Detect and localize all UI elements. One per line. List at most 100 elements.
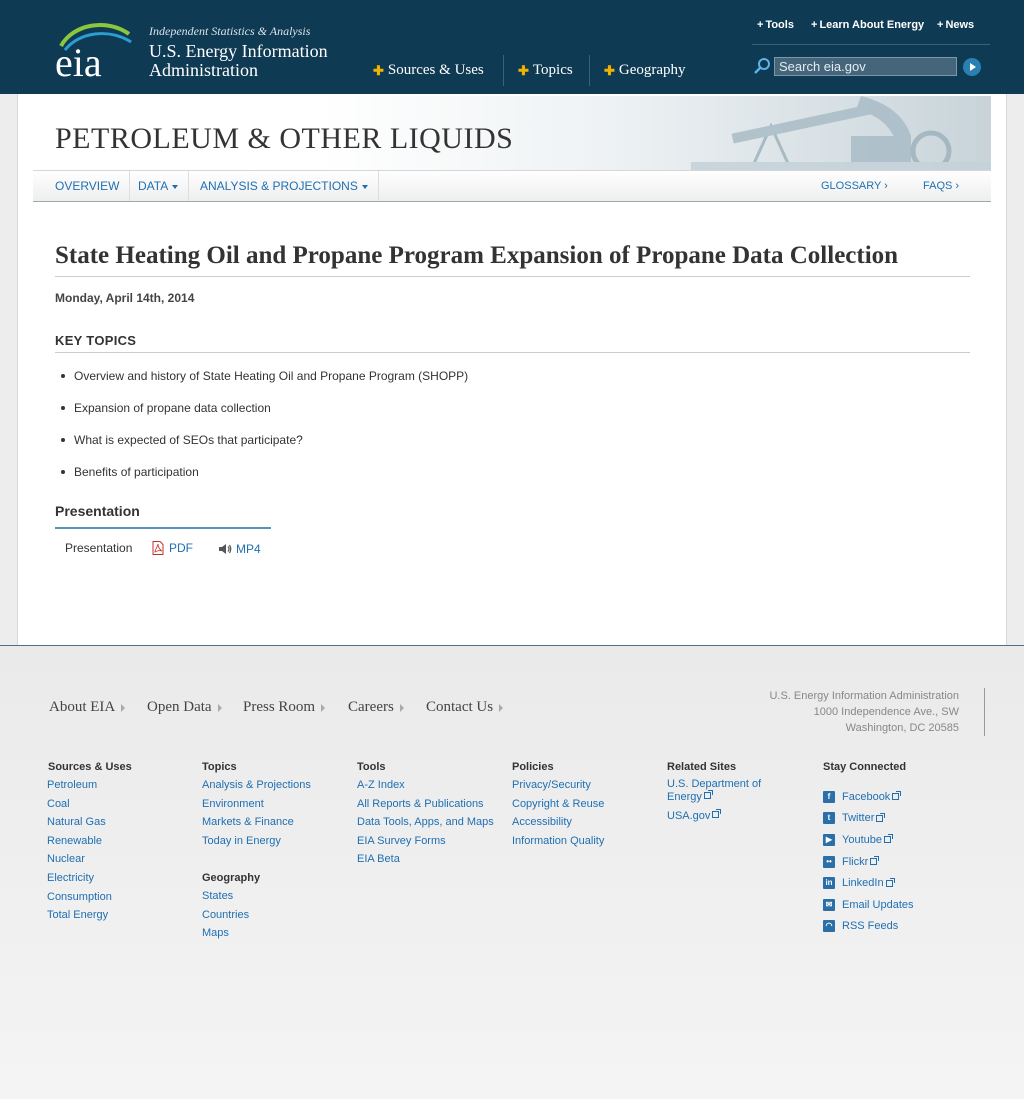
footer-link-petroleum[interactable]: Petroleum: [47, 776, 112, 795]
search-divider: [752, 44, 990, 45]
key-topics-list: Overview and history of State Heating Oi…: [60, 369, 468, 497]
plus-icon: ✚: [518, 62, 529, 78]
footer-heading-sources-uses: Sources & Uses: [48, 761, 132, 773]
social-link-twitter[interactable]: t Twitter: [823, 808, 914, 830]
nav-sources-uses[interactable]: ✚ Sources & Uses: [373, 55, 504, 86]
footer-link-countries[interactable]: Countries: [202, 906, 249, 925]
section-banner: PETROLEUM & OTHER LIQUIDS: [33, 96, 991, 170]
footer-heading-topics: Topics: [202, 761, 237, 773]
footer-link-consumption[interactable]: Consumption: [47, 888, 112, 907]
search-icon: [754, 58, 770, 74]
pdf-icon: [152, 541, 164, 555]
key-topics-heading: KEY TOPICS: [55, 333, 137, 348]
footer-list-geography: States Countries Maps: [202, 887, 249, 943]
external-link-icon: [885, 877, 895, 887]
footer-link-nuclear[interactable]: Nuclear: [47, 850, 112, 869]
footer-link-natural-gas[interactable]: Natural Gas: [47, 813, 112, 832]
social-link-rss-feeds[interactable]: ◠ RSS Feeds: [823, 916, 914, 938]
subnav-analysis-projections[interactable]: ANALYSIS & PROJECTIONS: [190, 171, 379, 201]
postal-address: U.S. Energy Information Administration 1…: [660, 688, 959, 736]
nav-geography[interactable]: ✚ Geography: [604, 55, 704, 86]
footer-link-accessibility[interactable]: Accessibility: [512, 813, 604, 832]
footer-link-department-of-energy[interactable]: U.S. Department of Energy: [667, 778, 777, 804]
footer-heading-related-sites: Related Sites: [667, 761, 737, 773]
search-input[interactable]: [774, 57, 957, 76]
presentation-heading: Presentation: [55, 503, 140, 519]
logo-tagline: Independent Statistics & Analysis: [149, 24, 311, 38]
footer-link-usa-gov[interactable]: USA.gov: [667, 809, 777, 823]
footer-link-survey-forms[interactable]: EIA Survey Forms: [357, 832, 494, 851]
footer-list-topics: Analysis & Projections Environment Marke…: [202, 776, 311, 850]
social-link-flickr[interactable]: •• Flickr: [823, 851, 914, 873]
logo-text: eia: [55, 40, 102, 80]
arrow-right-icon: [321, 703, 326, 712]
footer-link-today-in-energy[interactable]: Today in Energy: [202, 832, 311, 851]
social-link-linkedin[interactable]: in LinkedIn: [823, 872, 914, 894]
arrow-right-icon: [217, 703, 222, 712]
search-submit-button[interactable]: [963, 58, 981, 76]
footer-link-total-energy[interactable]: Total Energy: [47, 906, 112, 925]
external-link-icon: [870, 856, 880, 866]
footer-heading-tools: Tools: [357, 761, 386, 773]
nav-label: Sources & Uses: [387, 62, 484, 78]
rss-icon: ◠: [823, 920, 835, 933]
top-link-learn-about-energy[interactable]: + Learn About Energy: [811, 19, 924, 31]
linkedin-icon: in: [823, 877, 835, 890]
footer-link-analysis-projections[interactable]: Analysis & Projections: [202, 776, 311, 795]
organization-name[interactable]: U.S. Energy Information Administration: [149, 42, 359, 80]
speaker-icon: [219, 544, 232, 554]
footer-link-eia-beta[interactable]: EIA Beta: [357, 850, 494, 869]
footer-list-sources-uses: Petroleum Coal Natural Gas Renewable Nuc…: [47, 776, 112, 925]
page-date: Monday, April 14th, 2014: [55, 291, 195, 305]
eia-logo[interactable]: eia: [55, 20, 135, 80]
divider: [55, 276, 970, 277]
faqs-link[interactable]: FAQS ›: [923, 180, 959, 192]
arrow-right-icon: [399, 703, 404, 712]
pdf-download-link[interactable]: PDF: [152, 541, 193, 555]
footer-link-information-quality[interactable]: Information Quality: [512, 832, 604, 851]
section-subnav: OVERVIEW DATA ANALYSIS & PROJECTIONS GLO…: [33, 170, 991, 202]
footer-link-copyright-reuse[interactable]: Copyright & Reuse: [512, 795, 604, 814]
footer-link-a-z-index[interactable]: A-Z Index: [357, 776, 494, 795]
social-link-email-updates[interactable]: ✉ Email Updates: [823, 894, 914, 916]
footer-link-markets-finance[interactable]: Markets & Finance: [202, 813, 311, 832]
footer-link-all-reports[interactable]: All Reports & Publications: [357, 795, 494, 814]
footer-link-maps[interactable]: Maps: [202, 924, 249, 943]
footer-heading-stay-connected: Stay Connected: [823, 761, 907, 773]
nav-topics[interactable]: ✚ Topics: [518, 55, 590, 86]
footer-link-data-tools[interactable]: Data Tools, Apps, and Maps: [357, 813, 494, 832]
external-link-icon: [876, 812, 886, 822]
presentation-label: Presentation: [65, 541, 133, 555]
footer-list-related-sites: U.S. Department of Energy USA.gov: [667, 778, 777, 823]
footer-link-careers[interactable]: Careers: [348, 699, 404, 716]
social-link-youtube[interactable]: ▶ Youtube: [823, 829, 914, 851]
subnav-data[interactable]: DATA: [128, 171, 190, 201]
plus-icon: +: [937, 19, 944, 31]
top-link-tools[interactable]: + Tools: [757, 19, 794, 31]
top-link-news[interactable]: + News: [937, 19, 974, 31]
footer-heading-geography: Geography: [202, 872, 261, 884]
footer-link-contact-us[interactable]: Contact Us: [426, 699, 504, 716]
footer-link-press-room[interactable]: Press Room: [243, 699, 326, 716]
footer-link-renewable[interactable]: Renewable: [47, 832, 112, 851]
footer-link-privacy-security[interactable]: Privacy/Security: [512, 776, 604, 795]
glossary-link[interactable]: GLOSSARY ›: [821, 180, 888, 192]
footer-link-open-data[interactable]: Open Data: [147, 699, 222, 716]
plus-icon: ✚: [373, 62, 384, 78]
mp4-audio-link[interactable]: MP4: [218, 542, 261, 556]
footer-link-environment[interactable]: Environment: [202, 795, 311, 814]
social-link-facebook[interactable]: f Facebook: [823, 786, 914, 808]
subnav-overview[interactable]: OVERVIEW: [45, 171, 131, 201]
external-link-icon: [883, 834, 893, 844]
footer-link-about-eia[interactable]: About EIA: [49, 699, 126, 716]
divider: [984, 688, 985, 736]
arrow-right-icon: [499, 703, 504, 712]
twitter-icon: t: [823, 812, 835, 825]
footer-link-coal[interactable]: Coal: [47, 795, 112, 814]
external-link-icon: [703, 790, 713, 799]
footer-link-electricity[interactable]: Electricity: [47, 869, 112, 888]
address-line: 1000 Independence Ave., SW: [813, 706, 959, 718]
pumpjack-illustration: [691, 96, 991, 170]
footer-link-states[interactable]: States: [202, 887, 249, 906]
nav-label: Topics: [532, 62, 573, 78]
